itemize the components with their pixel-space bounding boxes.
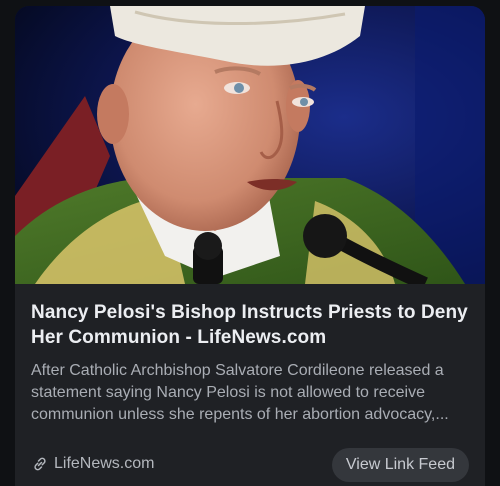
article-title[interactable]: Nancy Pelosi's Bishop Instructs Priests … <box>31 300 471 350</box>
view-link-feed-button[interactable]: View Link Feed <box>331 448 469 482</box>
source-link[interactable]: LifeNews.com <box>31 455 154 473</box>
link-preview-card[interactable]: Nancy Pelosi's Bishop Instructs Priests … <box>15 6 485 486</box>
article-thumbnail[interactable] <box>15 6 485 284</box>
article-description: After Catholic Archbishop Salvatore Cord… <box>31 362 449 423</box>
card-footer: LifeNews.com View Link Feed <box>15 448 485 482</box>
link-icon <box>34 457 46 471</box>
bishop-photo <box>15 6 485 284</box>
source-domain: LifeNews.com <box>54 455 155 472</box>
